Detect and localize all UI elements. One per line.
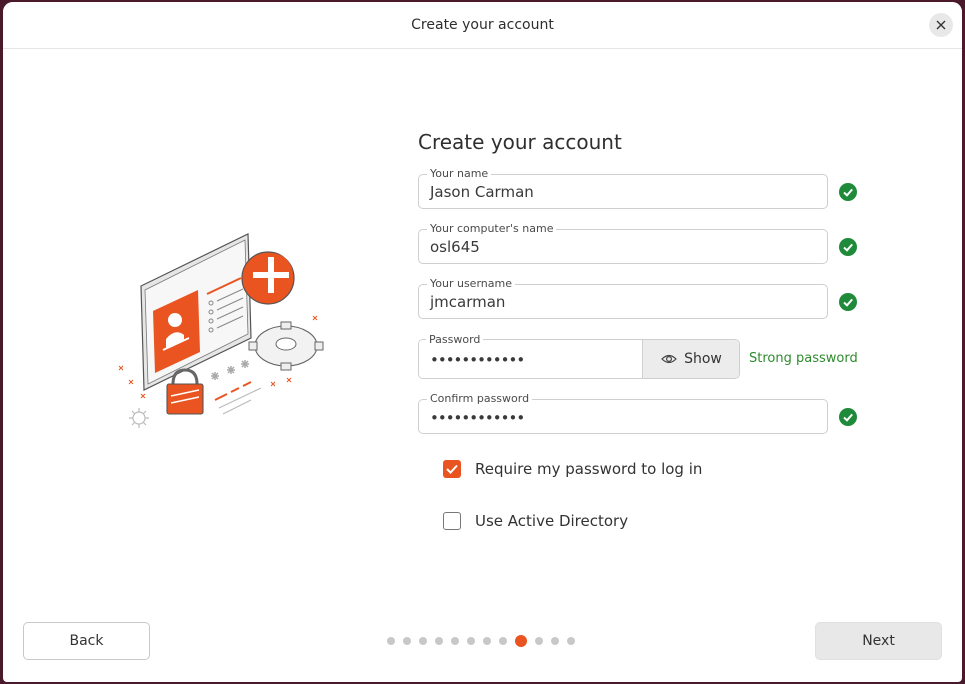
page-dot [567,637,575,645]
next-button[interactable]: Next [815,622,942,660]
confirm-password-value: •••••••••••• [430,409,525,427]
active-directory-checkbox[interactable] [443,512,461,530]
require-password-checkbox[interactable] [443,460,461,478]
page-indicator [387,635,583,647]
password-strength: Strong password [749,351,858,366]
username-value: jmcarman [430,293,506,311]
title-bar: Create your account [3,2,962,49]
close-icon [936,20,946,30]
check-circle-icon [839,183,857,201]
window-title: Create your account [411,17,554,33]
page-dot [451,637,459,645]
password-value: •••••••••••• [430,351,525,369]
confirm-password-label: Confirm password [427,392,533,406]
page-dot [419,637,427,645]
checkmark-icon [446,464,458,474]
page-dot [535,637,543,645]
page-dot [467,637,475,645]
name-label: Your name [427,167,492,181]
confirm-password-field[interactable]: Confirm password •••••••••••• [418,392,828,434]
username-label: Your username [427,277,515,291]
eye-icon [661,354,677,364]
require-password-label: Require my password to log in [475,460,703,478]
page-dot [435,637,443,645]
active-directory-label: Use Active Directory [475,512,629,530]
page-dot [483,637,491,645]
installer-window: Create your account Create your account … [3,2,962,682]
active-directory-option[interactable]: Use Active Directory [443,512,628,530]
check-circle-icon [839,293,857,311]
check-circle-icon [839,238,857,256]
computer-name-value: osl645 [430,238,480,256]
account-security-illustration [118,233,324,428]
show-password-label: Show [684,351,722,367]
require-password-option[interactable]: Require my password to log in [443,460,702,478]
page-dot-current [515,635,527,647]
page-dot [499,637,507,645]
check-circle-icon [839,408,857,426]
page-dot [403,637,411,645]
computer-name-field[interactable]: Your computer's name osl645 [418,222,828,264]
name-field[interactable]: Your name Jason Carman [418,167,828,209]
show-password-button[interactable]: Show [642,340,739,378]
username-field[interactable]: Your username jmcarman [418,277,828,319]
name-value: Jason Carman [430,183,534,201]
page-heading: Create your account [418,130,622,154]
page-dot [551,637,559,645]
computer-name-label: Your computer's name [427,222,557,236]
close-button[interactable] [929,13,953,37]
back-button[interactable]: Back [23,622,150,660]
password-label: Password [426,333,484,347]
page-dot [387,637,395,645]
